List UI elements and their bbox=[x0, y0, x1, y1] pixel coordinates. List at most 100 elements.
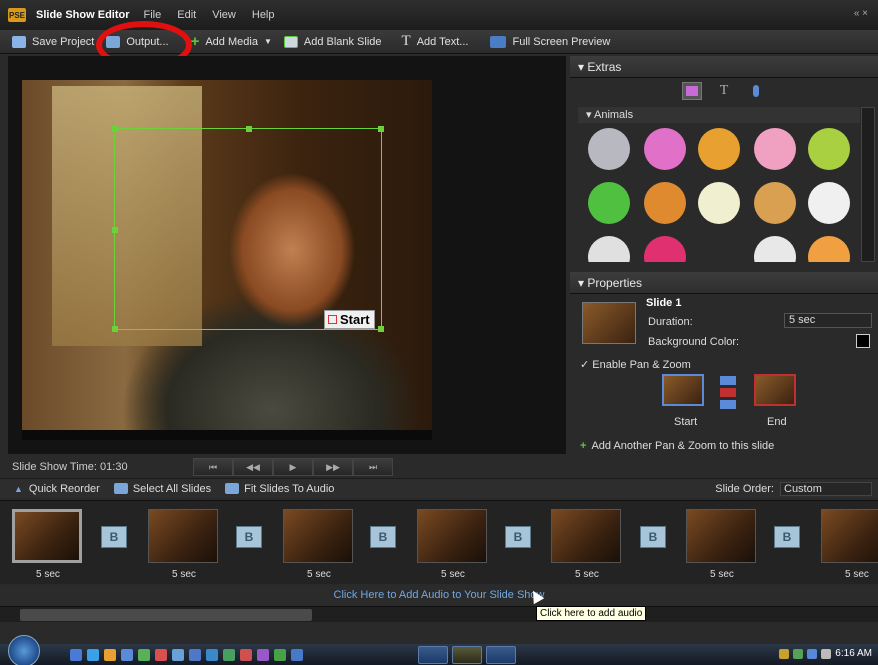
slide-order-select[interactable]: Custom bbox=[780, 482, 872, 496]
resize-handle[interactable] bbox=[112, 227, 118, 233]
first-slide-button[interactable]: ⏮ bbox=[193, 458, 233, 476]
bird-clipart-icon[interactable] bbox=[754, 236, 796, 262]
slide-thumbnail[interactable]: 5 sec bbox=[283, 509, 353, 580]
app-icon[interactable] bbox=[155, 648, 167, 661]
menu-view[interactable]: View bbox=[212, 9, 236, 21]
tab-narration[interactable] bbox=[746, 82, 766, 100]
app-icon[interactable] bbox=[291, 648, 303, 661]
filmstrip-scrollbar[interactable] bbox=[0, 606, 878, 622]
play-button[interactable]: ▶ bbox=[273, 458, 313, 476]
horse-clipart-icon[interactable] bbox=[644, 182, 686, 224]
taskbar-app-button[interactable] bbox=[452, 645, 482, 664]
swap-arrows-icon[interactable] bbox=[720, 376, 736, 412]
animals-category-header[interactable]: ▾ Animals bbox=[578, 107, 860, 123]
slide-duration[interactable]: 5 sec bbox=[441, 569, 501, 580]
pan-zoom-start-frame[interactable] bbox=[112, 126, 384, 332]
taskbar-app-button[interactable] bbox=[418, 645, 448, 664]
enable-pan-zoom-checkbox[interactable]: ✓ Enable Pan & Zoom bbox=[580, 358, 691, 371]
transition-button[interactable]: B bbox=[505, 526, 531, 548]
slide-thumbnail[interactable]: 5 sec bbox=[686, 509, 756, 580]
app-icon[interactable] bbox=[104, 648, 116, 661]
duration-select[interactable]: 5 sec bbox=[784, 313, 872, 328]
snake-clipart-icon[interactable] bbox=[588, 182, 630, 224]
tray-icon[interactable] bbox=[807, 648, 818, 659]
extras-scrollbar[interactable] bbox=[861, 107, 875, 262]
menu-file[interactable]: File bbox=[144, 9, 162, 21]
full-screen-preview-button[interactable]: Full Screen Preview bbox=[490, 35, 610, 48]
slide-thumbnail[interactable]: 5 sec bbox=[12, 509, 82, 580]
extras-panel-header[interactable]: ▾ Extras bbox=[570, 56, 878, 78]
tray-icon[interactable] bbox=[793, 648, 804, 659]
cow-clipart-icon[interactable] bbox=[644, 128, 686, 170]
add-text-button[interactable]: T Add Text... bbox=[402, 33, 469, 50]
transition-button[interactable]: B bbox=[640, 526, 666, 548]
monkey-clipart-icon[interactable] bbox=[754, 182, 796, 224]
transition-button[interactable]: B bbox=[370, 526, 396, 548]
app-icon[interactable] bbox=[223, 648, 235, 661]
rabbit-clipart-icon[interactable] bbox=[754, 128, 796, 170]
volume-icon[interactable] bbox=[821, 648, 832, 659]
tab-text[interactable]: T bbox=[714, 82, 734, 100]
slide-thumbnail[interactable]: 5 sec bbox=[417, 509, 487, 580]
fit-slides-to-audio-button[interactable]: Fit Slides To Audio bbox=[225, 483, 334, 495]
menu-help[interactable]: Help bbox=[252, 9, 275, 21]
slide-duration[interactable]: 5 sec bbox=[845, 569, 878, 580]
resize-handle[interactable] bbox=[378, 126, 384, 132]
start-button-icon[interactable] bbox=[8, 634, 40, 665]
tray-icon[interactable] bbox=[779, 648, 790, 659]
app-icon[interactable] bbox=[257, 648, 269, 661]
add-blank-slide-button[interactable]: Add Blank Slide bbox=[283, 35, 382, 48]
animal-clipart-icon[interactable] bbox=[808, 236, 850, 262]
resize-handle[interactable] bbox=[112, 326, 118, 332]
properties-panel-header[interactable]: ▾ Properties bbox=[570, 272, 878, 294]
select-all-slides-button[interactable]: Select All Slides bbox=[113, 483, 211, 495]
slide-thumbnail[interactable]: 5 sec bbox=[148, 509, 218, 580]
last-slide-button[interactable]: ⏭ bbox=[353, 458, 393, 476]
add-media-button[interactable]: + Add Media ▼ bbox=[191, 33, 272, 50]
pan-zoom-start-thumbnail[interactable] bbox=[662, 374, 704, 406]
add-audio-link[interactable]: Click Here to Add Audio to Your Slide Sh… bbox=[0, 586, 878, 604]
desktop-icon[interactable] bbox=[70, 648, 82, 661]
window-controls[interactable]: « × bbox=[854, 8, 868, 19]
next-slide-button[interactable]: ▶▶ bbox=[313, 458, 353, 476]
transition-button[interactable]: B bbox=[236, 526, 262, 548]
dog-clipart-icon[interactable] bbox=[588, 236, 630, 262]
slide-thumbnail[interactable]: 5 sec bbox=[551, 509, 621, 580]
app-icon[interactable] bbox=[240, 648, 252, 661]
pan-zoom-end-thumbnail[interactable] bbox=[754, 374, 796, 406]
background-color-swatch[interactable] bbox=[856, 334, 870, 348]
sheep-clipart-icon[interactable] bbox=[698, 182, 740, 224]
app-icon[interactable] bbox=[138, 648, 150, 661]
add-pan-zoom-button[interactable]: + Add Another Pan & Zoom to this slide bbox=[580, 440, 774, 452]
slide-duration[interactable]: 5 sec bbox=[307, 569, 367, 580]
resize-handle[interactable] bbox=[112, 126, 118, 132]
transition-button[interactable]: B bbox=[101, 526, 127, 548]
slide-duration[interactable]: 5 sec bbox=[36, 569, 96, 580]
app-icon[interactable] bbox=[189, 648, 201, 661]
rooster-clipart-icon[interactable] bbox=[808, 182, 850, 224]
mouse-clipart-icon[interactable] bbox=[588, 128, 630, 170]
pig-clipart-icon[interactable] bbox=[644, 236, 686, 262]
tiger-clipart-icon[interactable] bbox=[698, 128, 740, 170]
slide-duration[interactable]: 5 sec bbox=[710, 569, 770, 580]
menu-edit[interactable]: Edit bbox=[177, 9, 196, 21]
tab-graphics[interactable] bbox=[682, 82, 702, 100]
dragon-clipart-icon[interactable] bbox=[808, 128, 850, 170]
app-icon[interactable] bbox=[121, 648, 133, 661]
app-icon[interactable] bbox=[274, 648, 286, 661]
save-project-button[interactable]: Save Project bbox=[12, 35, 94, 48]
slide-duration[interactable]: 5 sec bbox=[172, 569, 232, 580]
slide-duration[interactable]: 5 sec bbox=[575, 569, 635, 580]
transition-button[interactable]: B bbox=[774, 526, 800, 548]
slide-thumbnail[interactable]: 5 sec bbox=[821, 509, 878, 580]
app-icon[interactable] bbox=[206, 648, 218, 661]
resize-handle[interactable] bbox=[246, 126, 252, 132]
taskbar-app-button[interactable] bbox=[486, 645, 516, 664]
quick-reorder-button[interactable]: ▲ Quick Reorder bbox=[14, 483, 100, 495]
app-icon[interactable] bbox=[172, 648, 184, 661]
resize-handle[interactable] bbox=[378, 326, 384, 332]
clock[interactable]: 6:16 AM bbox=[835, 648, 872, 659]
previous-slide-button[interactable]: ◀◀ bbox=[233, 458, 273, 476]
scrollbar-thumb[interactable] bbox=[20, 609, 312, 621]
browser-icon[interactable] bbox=[87, 648, 99, 661]
